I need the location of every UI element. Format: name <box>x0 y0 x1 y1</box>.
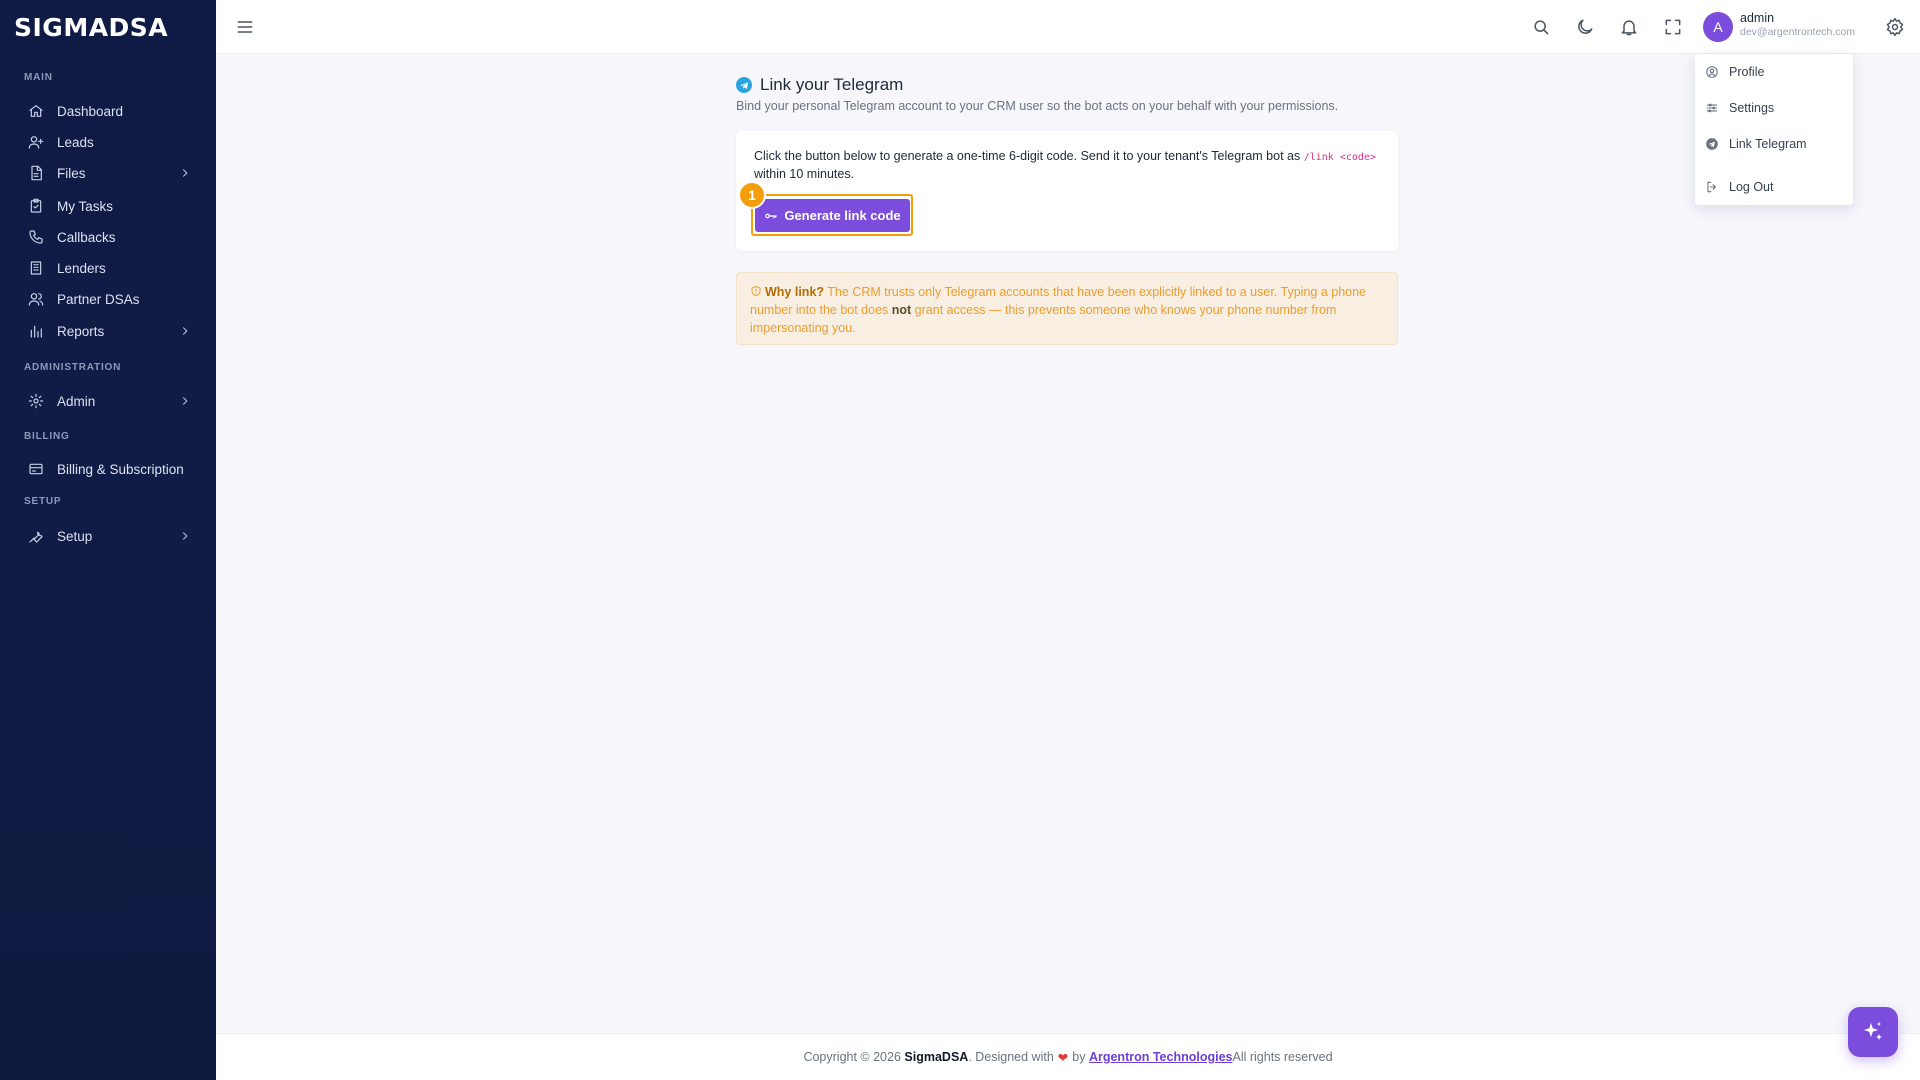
sidebar-item-lenders[interactable]: Lenders <box>0 254 216 282</box>
fullscreen-icon[interactable] <box>1663 17 1683 37</box>
footer-by: by <box>1072 1050 1086 1064</box>
sidebar-item-label: Files <box>57 165 86 181</box>
sidebar-item-label: Callbacks <box>57 229 116 245</box>
bell-icon[interactable] <box>1619 17 1639 37</box>
alert-lead: Why link? <box>765 285 825 299</box>
chevron-right-icon <box>178 324 192 338</box>
settings-gear-icon[interactable] <box>1885 17 1905 37</box>
sidebar-item-files[interactable]: Files <box>0 159 216 187</box>
logout-icon <box>1705 180 1719 194</box>
sidebar-item-partner-dsas[interactable]: Partner DSAs <box>0 285 216 313</box>
heart-icon: ❤ <box>1057 1050 1069 1065</box>
generate-link-code-button[interactable]: Generate link code <box>755 199 910 232</box>
topbar: A admin dev@argentrontech.com <box>216 0 1920 54</box>
key-icon <box>764 209 778 223</box>
hamburger-menu-icon[interactable] <box>235 17 255 37</box>
shield-icon <box>750 284 762 296</box>
dark-mode-moon-icon[interactable] <box>1575 17 1595 37</box>
search-icon[interactable] <box>1531 17 1551 37</box>
chevron-right-icon <box>178 394 192 408</box>
users-icon <box>28 291 44 307</box>
bar-chart-icon <box>28 323 44 339</box>
alert-text: Why link? The CRM trusts only Telegram a… <box>750 283 1388 337</box>
sidebar-item-leads[interactable]: Leads <box>0 128 216 156</box>
menu-item-label: Link Telegram <box>1729 137 1807 151</box>
sidebar: SIGMADSA MAIN Dashboard Leads Files My T… <box>0 0 216 1080</box>
instructions-text: Click the button below to generate a one… <box>754 149 1304 163</box>
menu-item-label: Profile <box>1729 65 1765 79</box>
user-name[interactable]: admin <box>1740 11 1774 25</box>
footer: Copyright © 2026 SigmaDSA. Designed with… <box>216 1033 1920 1080</box>
sidebar-item-billing[interactable]: Billing & Subscription <box>0 455 216 483</box>
sparkles-icon <box>1864 1022 1882 1040</box>
menu-item-settings[interactable]: Settings <box>1695 95 1853 121</box>
section-label-administration: ADMINISTRATION <box>24 362 122 373</box>
chevron-right-icon <box>178 166 192 180</box>
link-command-code: /link <code> <box>1303 152 1376 163</box>
generate-button-label: Generate link code <box>784 208 901 223</box>
link-code-card: Click the button below to generate a one… <box>736 131 1398 251</box>
section-label-setup: SETUP <box>24 496 62 507</box>
sidebar-item-label: Leads <box>57 134 94 150</box>
page-title: Link your Telegram <box>760 75 904 94</box>
wrench-icon <box>28 528 44 544</box>
sidebar-item-admin[interactable]: Admin <box>0 387 216 415</box>
card-instructions: Click the button below to generate a one… <box>754 148 1384 183</box>
credit-card-icon <box>28 461 44 477</box>
clipboard-check-icon <box>28 198 44 214</box>
telegram-icon <box>1705 137 1719 151</box>
menu-item-label: Log Out <box>1729 180 1774 194</box>
sidebar-item-my-tasks[interactable]: My Tasks <box>0 192 216 220</box>
why-link-alert: Why link? The CRM trusts only Telegram a… <box>736 272 1398 345</box>
footer-company-link[interactable]: Argentron Technologies <box>1089 1050 1233 1064</box>
user-circle-icon <box>1705 65 1719 79</box>
alert-emphasis: not <box>891 303 912 317</box>
menu-item-link-telegram[interactable]: Link Telegram <box>1695 131 1853 157</box>
user-email: dev@argentrontech.com <box>1740 26 1856 38</box>
sidebar-item-label: My Tasks <box>57 198 114 214</box>
menu-item-log-out[interactable]: Log Out <box>1695 174 1853 200</box>
gear-icon <box>28 393 44 409</box>
sidebar-item-label: Reports <box>57 323 105 339</box>
sidebar-item-reports[interactable]: Reports <box>0 317 216 345</box>
building-icon <box>28 260 44 276</box>
footer-copyright: Copyright © 2026 <box>803 1050 901 1064</box>
sidebar-item-label: Billing & Subscription <box>57 461 184 477</box>
ai-assistant-button[interactable] <box>1848 1007 1898 1057</box>
app-logo[interactable]: SIGMADSA <box>0 0 216 54</box>
phone-icon <box>28 229 44 245</box>
app-logo-text: SIGMADSA <box>14 12 169 42</box>
chevron-right-icon <box>178 529 192 543</box>
footer-brand: SigmaDSA <box>904 1050 969 1064</box>
sliders-icon <box>1705 101 1719 115</box>
footer-designed: . Designed with <box>968 1050 1054 1064</box>
sidebar-item-dashboard[interactable]: Dashboard <box>0 97 216 125</box>
sidebar-item-label: Setup <box>57 528 93 544</box>
file-icon <box>28 165 44 181</box>
page-title-row: Link your Telegram <box>736 75 903 95</box>
avatar[interactable]: A <box>1703 12 1733 42</box>
menu-item-profile[interactable]: Profile <box>1695 59 1853 85</box>
sidebar-item-label: Lenders <box>57 260 106 276</box>
page-subtitle: Bind your personal Telegram account to y… <box>736 99 1339 113</box>
step-badge: 1 <box>738 181 766 209</box>
home-icon <box>28 103 44 119</box>
footer-rights: All rights reserved <box>1232 1050 1333 1064</box>
section-label-main: MAIN <box>24 72 53 83</box>
sidebar-item-label: Admin <box>57 393 96 409</box>
telegram-icon <box>736 77 752 93</box>
instructions-text-end: within 10 minutes. <box>754 167 855 181</box>
sidebar-item-callbacks[interactable]: Callbacks <box>0 223 216 251</box>
section-label-billing: BILLING <box>24 431 70 442</box>
sidebar-item-setup[interactable]: Setup <box>0 522 216 550</box>
user-dropdown-menu: Profile Settings Link Telegram Log Out <box>1695 54 1853 205</box>
user-plus-icon <box>28 134 44 150</box>
sidebar-item-label: Partner DSAs <box>57 291 140 307</box>
menu-item-label: Settings <box>1729 101 1775 115</box>
sidebar-item-label: Dashboard <box>57 103 124 119</box>
